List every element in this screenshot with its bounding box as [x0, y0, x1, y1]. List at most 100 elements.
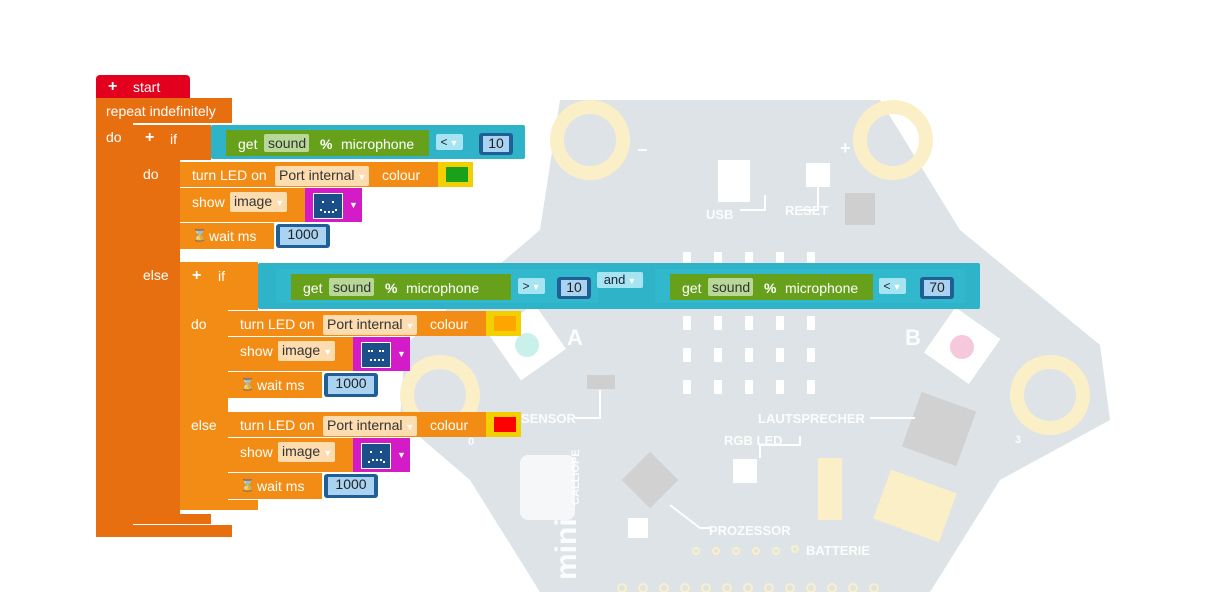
if2-show-label: show [240, 343, 273, 359]
if2-else-wait-block[interactable]: ⌛ wait ms [228, 473, 322, 499]
if1-mutator-plus-icon[interactable]: + [145, 130, 154, 146]
if1-image-dropdown[interactable]: image ▼ [230, 192, 288, 212]
if1-colour-label: colour [382, 167, 421, 183]
calliope-logo-mark [520, 455, 575, 520]
if2-threshold2-field[interactable]: 70 [920, 277, 954, 299]
if1-image-block[interactable]: ▼ [305, 188, 362, 222]
board-label-batterie: BATTERIE [806, 543, 871, 558]
if2-image-neutral-face-icon[interactable] [361, 342, 391, 368]
if2-else-colour-block[interactable] [486, 412, 521, 437]
repeat-block[interactable]: repeat indefinitely [96, 98, 232, 123]
chevron-down-icon[interactable]: ▼ [397, 450, 406, 460]
if2-get2-label: get [682, 280, 702, 296]
if1-port-value: Port internal [279, 167, 355, 183]
if2-image-value: image [282, 342, 321, 358]
if2-else-port-dropdown[interactable]: Port internal ▼ [323, 416, 418, 436]
board-label-pin0: 0 [468, 436, 475, 448]
if1-compare-block[interactable]: get sound % microphone < ▼ 10 [211, 125, 525, 159]
if2-led-label: turn LED on [240, 316, 315, 332]
if2-else-image-sad-face-icon[interactable] [361, 443, 391, 469]
if1-led-block[interactable]: turn LED on Port internal ▼ colour [180, 162, 438, 187]
if2-else-led-block[interactable]: turn LED on Port internal ▼ colour [228, 412, 486, 437]
if2-operator2-dropdown[interactable]: < ▼ [879, 278, 906, 294]
start-plus-icon[interactable]: + [108, 79, 117, 95]
if2-operator1-dropdown[interactable]: > ▼ [518, 278, 545, 294]
if1-label: if [170, 131, 177, 147]
rgb-led [733, 459, 757, 483]
if1-block[interactable]: + if [133, 125, 211, 160]
if2-get-sound2-block[interactable]: get sound % microphone [670, 274, 873, 300]
if2-else-show-block[interactable]: show image ▼ [228, 438, 353, 472]
if1-wait-field[interactable]: 1000 [276, 224, 330, 248]
if1-colour-swatch[interactable] [446, 167, 468, 182]
if2-colour-block[interactable] [486, 311, 521, 336]
if2-else-led-label: turn LED on [240, 417, 315, 433]
if1-get-label: get [238, 136, 258, 152]
if2-colour-swatch[interactable] [494, 316, 516, 331]
if2-and-block[interactable]: get sound % microphone > ▼ 10 and ▼ get so… [258, 263, 980, 309]
if1-wait-value: 1000 [280, 227, 326, 245]
chevron-down-icon: ▼ [627, 276, 637, 286]
if2-wait-block[interactable]: ⌛ wait ms [228, 372, 322, 398]
chevron-down-icon: ▼ [405, 321, 415, 331]
if2-port-dropdown[interactable]: Port internal ▼ [323, 315, 418, 335]
repeat-label: repeat indefinitely [106, 103, 216, 119]
if2-microphone1-label: microphone [406, 280, 480, 296]
if2-compare1-block[interactable]: get sound % microphone > ▼ 10 [276, 269, 598, 303]
chevron-down-icon[interactable]: ▼ [349, 200, 358, 210]
if1-get-sound-block[interactable]: get sound % microphone [226, 130, 429, 156]
if2-block-arm: do else [180, 310, 228, 510]
if2-image-dropdown[interactable]: image ▼ [278, 341, 336, 361]
if2-else-image-value: image [282, 443, 321, 459]
if2-colour-label: colour [430, 316, 469, 332]
if1-image-value: image [234, 193, 273, 209]
if1-show-block[interactable]: show image ▼ [180, 188, 305, 222]
if2-wait-field[interactable]: 1000 [324, 373, 378, 397]
if2-sound2-dropdown[interactable]: sound [708, 278, 754, 296]
if1-image-smiley-icon[interactable] [313, 193, 343, 219]
chevron-down-icon: ▼ [531, 282, 541, 292]
if2-threshold1-value: 10 [561, 280, 587, 296]
chevron-down-icon: ▼ [449, 138, 459, 148]
hourglass-icon: ⌛ [240, 377, 255, 391]
chevron-down-icon[interactable]: ▼ [397, 349, 406, 359]
if1-port-dropdown[interactable]: Port internal ▼ [275, 166, 370, 186]
if2-else-image-block[interactable]: ▼ [353, 438, 410, 472]
if2-block[interactable]: + if [180, 262, 258, 310]
sensor-chip [587, 375, 615, 389]
if2-mutator-plus-icon[interactable]: + [192, 268, 201, 284]
if1-colour-block[interactable] [438, 162, 473, 187]
if1-threshold-field[interactable]: 10 [479, 133, 513, 155]
if2-led-block[interactable]: turn LED on Port internal ▼ colour [228, 311, 486, 336]
if2-threshold1-field[interactable]: 10 [557, 277, 591, 299]
button-a-cap [515, 333, 539, 357]
board-label-plus: + [840, 138, 851, 158]
if2-else-show-label: show [240, 444, 273, 460]
usb-port [718, 160, 750, 202]
if2-wait-label: wait ms [257, 377, 305, 393]
button-b-cap [950, 335, 974, 359]
if2-else-wait-value: 1000 [328, 477, 374, 495]
board-label-sensor: SENSOR [521, 411, 576, 426]
if2-logic-value: and [603, 272, 626, 287]
if2-else-wait-field[interactable]: 1000 [324, 474, 378, 498]
if1-wait-block[interactable]: ⌛ wait ms [180, 223, 274, 249]
if2-compare2-block[interactable]: get sound % microphone < ▼ 70 [655, 269, 965, 303]
if2-sound1-dropdown[interactable]: sound [329, 278, 375, 296]
if1-operator-dropdown[interactable]: < ▼ [436, 134, 463, 150]
if2-show-block[interactable]: show image ▼ [228, 337, 353, 371]
if2-else-image-dropdown[interactable]: image ▼ [278, 442, 336, 462]
repeat-do-label: do [106, 129, 122, 145]
if2-percent1-label: % [385, 280, 398, 296]
start-block[interactable]: + start [96, 75, 190, 98]
chevron-down-icon: ▼ [892, 282, 902, 292]
if2-get-sound1-block[interactable]: get sound % microphone [291, 274, 511, 300]
if2-else-colour-swatch[interactable] [494, 417, 516, 432]
if2-image-block[interactable]: ▼ [353, 337, 410, 371]
if2-logic-dropdown[interactable]: and ▼ [597, 272, 643, 288]
if2-operator2-value: < [883, 279, 891, 293]
chevron-down-icon: ▼ [357, 172, 367, 182]
if1-sound-dropdown[interactable]: sound [264, 134, 310, 152]
hourglass-icon: ⌛ [240, 478, 255, 492]
if1-threshold-value: 10 [483, 136, 509, 152]
